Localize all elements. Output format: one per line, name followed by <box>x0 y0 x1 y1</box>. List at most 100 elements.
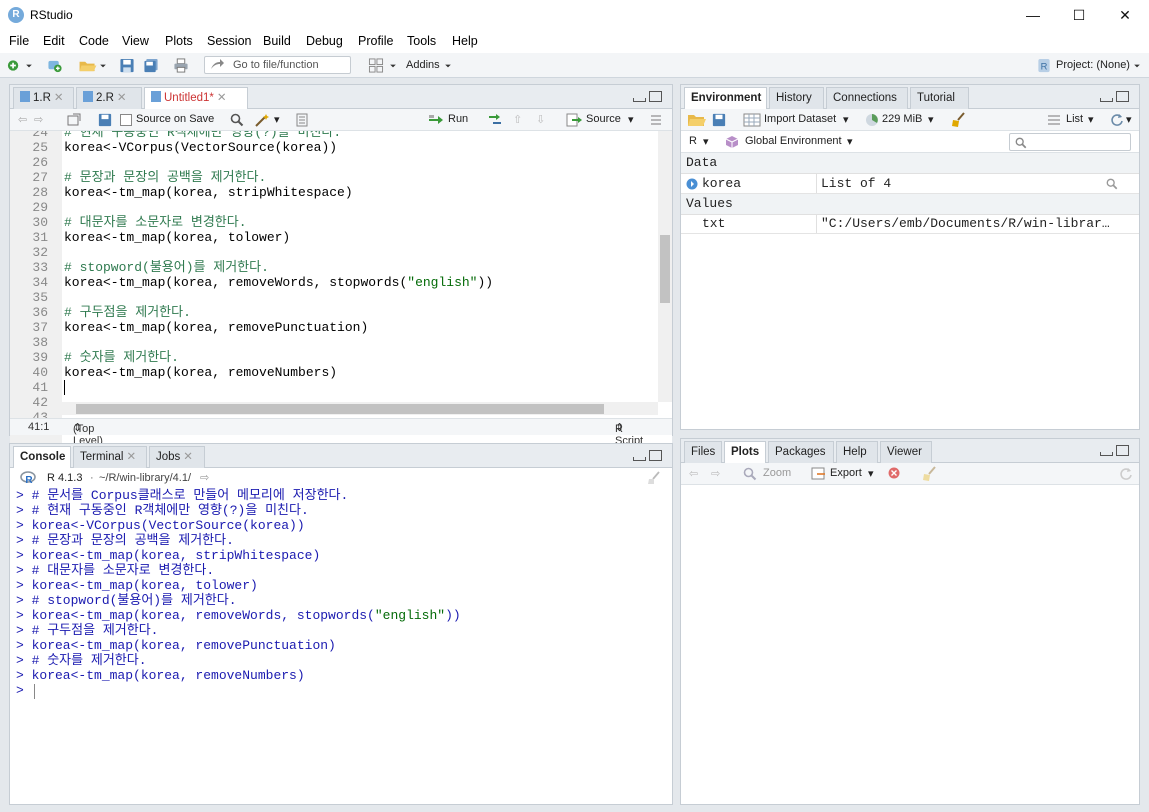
code-tools-wand-icon[interactable] <box>254 113 270 127</box>
zoom-button[interactable]: Zoom <box>763 467 791 479</box>
view-mode-dropdown-icon[interactable]: ▾ <box>1088 113 1094 126</box>
close-button[interactable]: ✕ <box>1102 0 1148 31</box>
new-file-icon[interactable] <box>6 58 22 73</box>
clear-workspace-broom-icon[interactable] <box>950 112 966 128</box>
remove-plot-icon[interactable] <box>888 467 900 479</box>
layout-grid-icon[interactable] <box>368 58 384 73</box>
environment-scope-selector[interactable]: Global Environment <box>745 135 842 147</box>
tab-tutorial[interactable]: Tutorial <box>910 87 969 109</box>
source-icon[interactable] <box>566 113 582 127</box>
minimize-button[interactable]: — <box>1010 0 1056 31</box>
clear-console-broom-icon[interactable] <box>646 471 662 485</box>
project-menu[interactable]: Project: (None) <box>1056 59 1130 71</box>
save-workspace-icon[interactable] <box>712 113 726 127</box>
menu-tools[interactable]: Tools <box>407 34 436 48</box>
environment-search-input[interactable] <box>1009 133 1131 151</box>
menu-debug[interactable]: Debug <box>306 34 343 48</box>
document-outline-icon[interactable] <box>296 113 308 127</box>
refresh-plot-icon[interactable] <box>1119 467 1133 481</box>
close-tab-icon[interactable]: ✕ <box>217 92 227 104</box>
tab-jobs[interactable]: Jobs ✕ <box>149 446 205 468</box>
new-project-icon[interactable] <box>47 58 63 73</box>
maximize-pane-icon[interactable] <box>649 450 662 461</box>
maximize-pane-icon[interactable] <box>1116 91 1129 102</box>
menu-edit[interactable]: Edit <box>43 34 65 48</box>
minimize-pane-icon[interactable] <box>1100 98 1113 102</box>
tab-1r[interactable]: 1.R ✕ <box>13 87 74 109</box>
menu-profile[interactable]: Profile <box>358 34 393 48</box>
tab-connections[interactable]: Connections <box>826 87 908 109</box>
close-tab-icon[interactable]: ✕ <box>117 92 127 104</box>
rerun-icon[interactable] <box>487 113 505 127</box>
run-button[interactable]: Run <box>448 113 468 125</box>
code-tools-dropdown-icon[interactable]: ▾ <box>274 113 280 126</box>
close-tab-icon[interactable]: ✕ <box>54 92 64 104</box>
console-output[interactable]: > # 문서를 Corpus클래스로 만들어 메모리에 저장한다. > # 현재 … <box>10 488 672 804</box>
previous-plot-icon[interactable]: ⇦ <box>689 467 698 480</box>
tab-packages[interactable]: Packages <box>768 441 834 463</box>
import-dataset-dropdown-icon[interactable]: ▾ <box>843 113 849 126</box>
menu-code[interactable]: Code <box>79 34 109 48</box>
go-down-icon[interactable]: ⇩ <box>536 113 545 126</box>
go-up-icon[interactable]: ⇧ <box>513 113 522 126</box>
search-icon[interactable] <box>230 113 244 127</box>
back-arrow-icon[interactable]: ⇦ <box>18 113 27 126</box>
addins-dropdown-icon[interactable] <box>443 58 453 73</box>
open-file-icon[interactable] <box>78 58 98 73</box>
language-dropdown-icon[interactable]: ▾ <box>703 135 709 148</box>
tab-history[interactable]: History <box>769 87 824 109</box>
export-icon[interactable] <box>811 467 827 481</box>
menu-help[interactable]: Help <box>452 34 478 48</box>
minimize-pane-icon[interactable] <box>633 457 646 461</box>
open-file-dropdown-icon[interactable] <box>98 58 108 73</box>
source-button[interactable]: Source <box>586 113 621 125</box>
forward-arrow-icon[interactable]: ⇨ <box>34 113 43 126</box>
layout-dropdown-icon[interactable] <box>388 58 398 73</box>
refresh-icon[interactable] <box>1110 113 1124 127</box>
save-file-icon[interactable] <box>98 113 112 127</box>
save-all-icon[interactable] <box>143 58 159 73</box>
maximize-pane-icon[interactable] <box>1116 445 1129 456</box>
export-button[interactable]: Export <box>830 467 862 479</box>
import-dataset-button[interactable]: Import Dataset <box>764 113 836 125</box>
scope-dropdown-icon[interactable]: ▾ <box>847 135 853 148</box>
maximize-pane-icon[interactable] <box>649 91 662 102</box>
tab-files[interactable]: Files <box>684 441 722 463</box>
menu-file[interactable]: File <box>9 34 29 48</box>
run-icon[interactable] <box>428 113 444 127</box>
env-row-korea[interactable]: korea List of 4 <box>681 174 1139 194</box>
memory-dropdown-icon[interactable]: ▾ <box>928 113 934 126</box>
editor-menu-icon[interactable] <box>650 114 662 126</box>
env-row-txt[interactable]: txt "C:/Users/emb/Documents/R/win-librar… <box>681 214 1139 234</box>
print-icon[interactable] <box>173 58 189 73</box>
minimize-pane-icon[interactable] <box>1100 452 1113 456</box>
menu-plots[interactable]: Plots <box>165 34 193 48</box>
export-dropdown-icon[interactable]: ▾ <box>868 467 874 480</box>
zoom-icon[interactable] <box>743 467 757 481</box>
new-file-dropdown-icon[interactable] <box>22 58 36 73</box>
view-data-magnifier-icon[interactable] <box>1106 178 1118 190</box>
list-view-icon[interactable] <box>1047 114 1061 126</box>
minimize-pane-icon[interactable] <box>633 98 646 102</box>
tab-viewer[interactable]: Viewer <box>880 441 932 463</box>
editor-vertical-scroll-thumb[interactable] <box>660 235 670 303</box>
tab-untitled1[interactable]: Untitled1* ✕ <box>144 87 248 110</box>
scope-selector[interactable]: (Top Level) ⇕ <box>73 421 103 447</box>
load-workspace-icon[interactable] <box>687 113 707 127</box>
tab-environment[interactable]: Environment <box>684 87 767 110</box>
filetype-selector[interactable]: R Script ⇕ <box>615 421 643 447</box>
addins-menu[interactable]: Addins <box>406 59 440 71</box>
tab-plots[interactable]: Plots <box>724 441 766 464</box>
project-dropdown-icon[interactable] <box>1132 58 1142 73</box>
source-dropdown-icon[interactable]: ▾ <box>628 113 634 126</box>
clear-plots-broom-icon[interactable] <box>921 466 937 482</box>
view-mode-selector[interactable]: List <box>1066 113 1083 125</box>
editor-horizontal-scrollbar[interactable] <box>62 402 658 415</box>
save-icon[interactable] <box>119 58 135 73</box>
next-plot-icon[interactable]: ⇨ <box>711 467 720 480</box>
go-to-directory-icon[interactable]: ⇨ <box>200 471 209 484</box>
goto-file-input[interactable]: Go to file/function <box>204 56 351 74</box>
menu-build[interactable]: Build <box>263 34 291 48</box>
editor-vertical-scrollbar[interactable] <box>658 131 672 402</box>
show-in-window-icon[interactable] <box>67 113 81 127</box>
